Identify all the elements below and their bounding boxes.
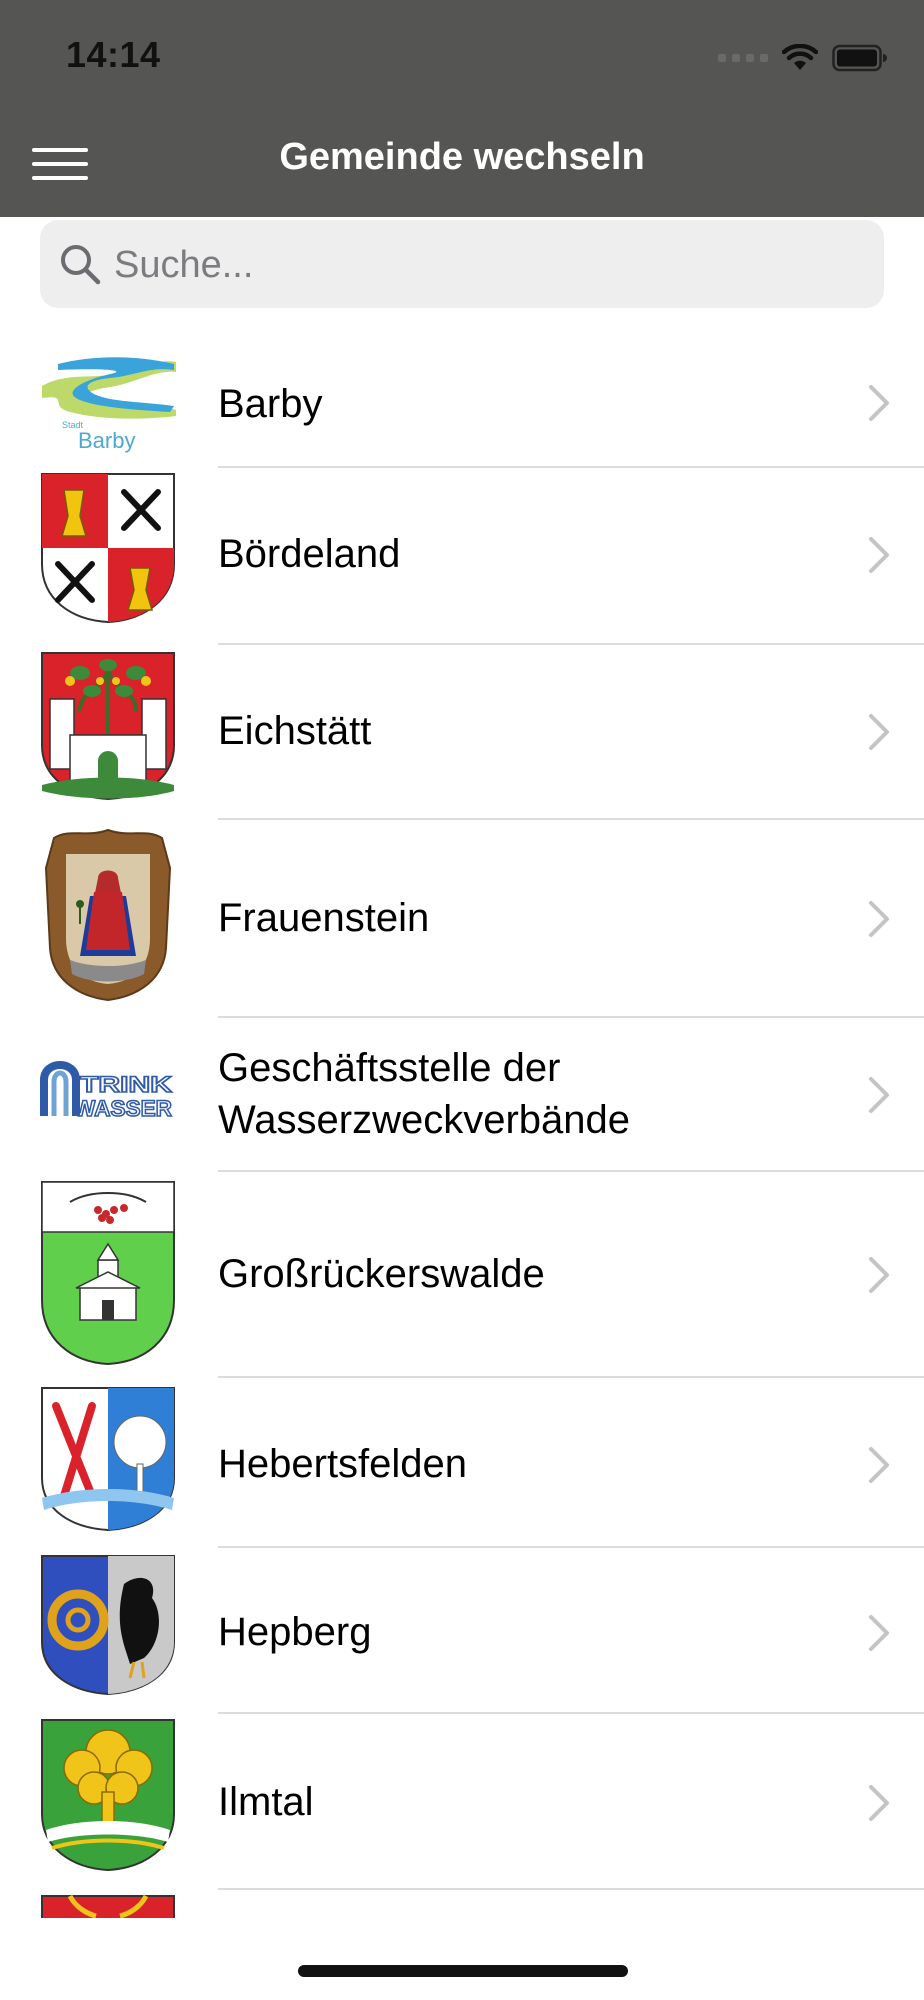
list-item-label: Bördeland xyxy=(218,532,401,576)
frauenstein-coat-of-arms xyxy=(44,828,172,1002)
search-icon xyxy=(61,245,101,285)
list-item-label: Hepberg xyxy=(218,1610,372,1654)
chevron-right-icon xyxy=(869,714,889,750)
list-item-label: Großrückerswalde xyxy=(218,1252,545,1296)
list-item-label-line1: Geschäftsstelle der xyxy=(218,1046,561,1090)
status-time: 14:14 xyxy=(66,34,161,75)
list-item-hebertsfelden[interactable]: Hebertsfelden xyxy=(0,1378,924,1548)
list-item-barby[interactable]: Stadt Barby Barby xyxy=(0,340,924,468)
chevron-right-icon xyxy=(869,1447,889,1483)
list-item-boerdeland[interactable]: Bördeland xyxy=(0,468,924,645)
search-bar[interactable] xyxy=(40,220,884,310)
home-indicator[interactable] xyxy=(298,1965,628,1977)
list-item-ilmtal[interactable]: Ilmtal xyxy=(0,1714,924,1890)
barby-logo: Stadt Barby xyxy=(42,357,176,453)
cellular-signal-icon xyxy=(718,54,768,62)
list-item-hepberg[interactable]: Hepberg xyxy=(0,1548,924,1714)
trinkwasser-logo-text-top: TRINK xyxy=(80,1072,172,1097)
boerdeland-coat-of-arms xyxy=(41,473,175,624)
list-item-label: Geschäftsstelle der Wasserzweckverbände xyxy=(218,1042,814,1146)
barby-logo-caption: Barby xyxy=(78,428,135,453)
list-item-geschaeftsstelle[interactable]: TRINK WASSER Geschäftsstelle der Wasserz… xyxy=(0,1018,924,1172)
search-input[interactable] xyxy=(112,220,856,310)
chevron-right-icon xyxy=(869,385,889,421)
chevron-right-icon xyxy=(869,537,889,573)
trinkwasser-logo-text-bottom: WASSER xyxy=(74,1096,172,1121)
list-item-label: Ilmtal xyxy=(218,1780,314,1824)
bottom-safe-area xyxy=(0,1918,924,2000)
list-item-label: Hebertsfelden xyxy=(218,1442,468,1486)
top-bar: 14:14 Gemeinde wechseln xyxy=(0,0,924,217)
chevron-right-icon xyxy=(869,1615,889,1651)
status-icons xyxy=(718,40,888,76)
eichstaett-coat-of-arms xyxy=(41,652,175,801)
chevron-right-icon xyxy=(869,1785,889,1821)
hebertsfelden-coat-of-arms xyxy=(41,1387,175,1532)
grossrueckerswalde-coat-of-arms xyxy=(41,1181,175,1366)
chevron-right-icon xyxy=(869,1077,889,1113)
list-item-label-line2: Wasserzweckverbände xyxy=(218,1098,631,1142)
list-item-label: Barby xyxy=(218,382,323,426)
list-item-frauenstein[interactable]: Frauenstein xyxy=(0,820,924,1018)
list-item-eichstaett[interactable]: Eichstätt xyxy=(0,645,924,820)
list-item-grossrueckerswalde[interactable]: Großrückerswalde xyxy=(0,1172,924,1378)
app-screen: 14:14 Gemeinde wechseln Suche... Stadt B… xyxy=(0,0,924,2000)
hepberg-coat-of-arms xyxy=(41,1555,175,1696)
ilmtal-coat-of-arms xyxy=(41,1719,175,1872)
chevron-right-icon xyxy=(869,1257,889,1293)
chevron-right-icon xyxy=(869,901,889,937)
page-title: Gemeinde wechseln xyxy=(279,136,645,178)
list-item-label: Frauenstein xyxy=(218,896,430,940)
wifi-icon xyxy=(782,44,818,70)
list-item-label: Eichstätt xyxy=(218,709,372,753)
battery-icon xyxy=(832,44,887,72)
trinkwasser-logo: TRINK WASSER xyxy=(40,1061,173,1122)
